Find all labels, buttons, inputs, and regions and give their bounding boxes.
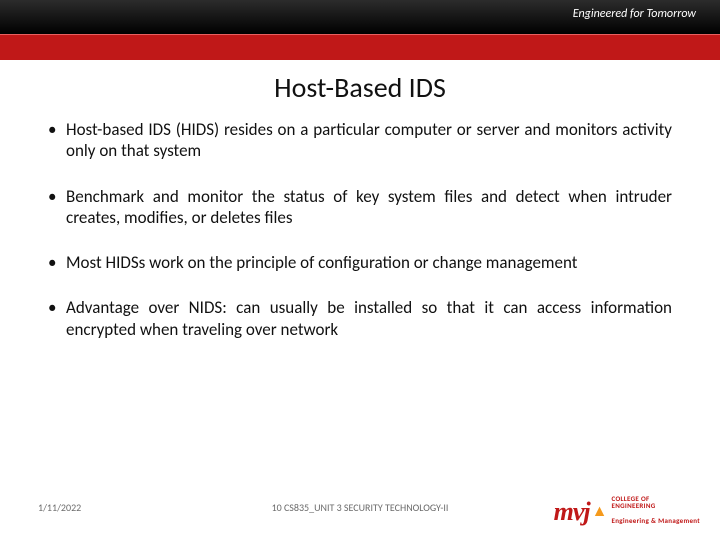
red-accent-bar [0, 34, 720, 60]
content-area: Host-based IDS (HIDS) resides on a parti… [0, 105, 720, 340]
list-item: Advantage over NIDS: can usually be inst… [48, 297, 672, 340]
top-header-bar: Engineered for Tomorrow [0, 0, 720, 34]
list-item: Host-based IDS (HIDS) resides on a parti… [48, 119, 672, 162]
logo-sub: Engineering & Management [612, 516, 700, 525]
bullet-list: Host-based IDS (HIDS) resides on a parti… [48, 119, 672, 340]
tagline: Engineered for Tomorrow [573, 7, 696, 21]
logo-text-block: COLLEGE OF ENGINEERING Engineering & Man… [612, 495, 700, 528]
flame-icon: ▲ [592, 502, 608, 521]
page-title: Host-Based IDS [0, 70, 720, 105]
college-logo: mvj ▲ COLLEGE OF ENGINEERING Engineering… [554, 495, 700, 528]
list-item: Most HIDSs work on the principle of conf… [48, 252, 672, 273]
logo-mark: mvj [554, 497, 590, 527]
list-item: Benchmark and monitor the status of key … [48, 186, 672, 229]
logo-line2: ENGINEERING [612, 502, 700, 509]
